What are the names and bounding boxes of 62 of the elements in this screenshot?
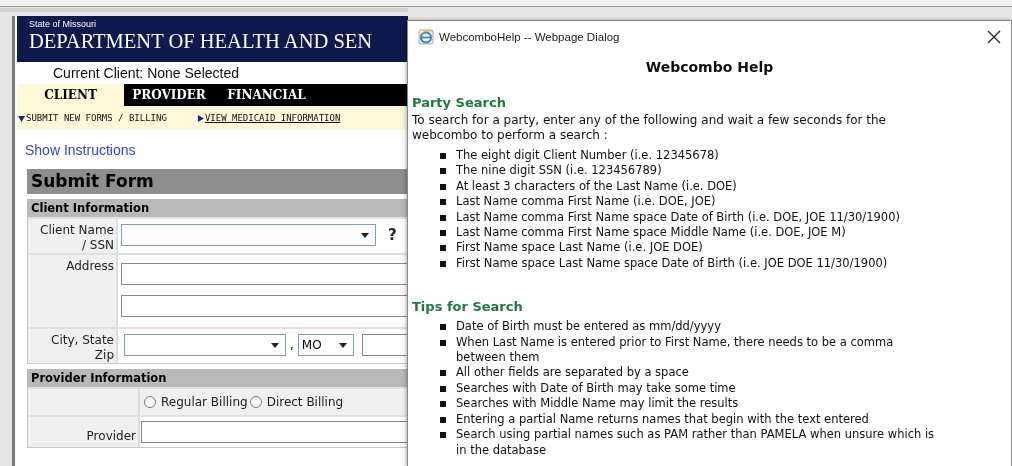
list-item-text: At least 3 characters of the Last Name (i.e. DOE): [456, 178, 737, 195]
radio-option[interactable]: Regular Billing: [144, 395, 248, 409]
bullet-icon: [440, 370, 446, 377]
subnav-link[interactable]: SUBMIT NEW FORMS / BILLING: [18, 113, 167, 123]
list-item-text: Last Name comma First Name space Date of Birth (i.e. DOE, JOE 11/30/1900): [456, 209, 900, 226]
right-triangle-icon: [196, 114, 204, 122]
list-item-text: Entering a partial Name returns names that begin with the text entered: [456, 411, 869, 428]
dropdown-caret-icon[interactable]: [271, 342, 279, 348]
state-label: State of Missouri: [29, 19, 98, 29]
separator: ,: [290, 338, 294, 352]
bullet-icon: [440, 432, 446, 439]
bullet-icon: [440, 183, 446, 190]
state-combobox[interactable]: MO: [297, 334, 354, 356]
list-item-text: All other fields are separated by a space: [456, 365, 689, 381]
nav-tab[interactable]: CLIENT: [17, 84, 124, 106]
input-field[interactable]: [121, 295, 408, 317]
list-item-text: Date of Birth must be entered as mm/dd/yyyy: [456, 319, 721, 335]
list-item-text: The eight digit Client Number (i.e. 12345678): [456, 148, 719, 164]
radio-button[interactable]: [144, 396, 156, 408]
bullet-icon: [440, 324, 446, 331]
dropdown-caret-icon[interactable]: [338, 342, 347, 348]
list-item-text: Last Name comma First Name space Middle Name (i.e. DOE, JOE M): [456, 225, 846, 241]
list-item-text: Last Name comma First Name (i.e. DOE, JOE): [456, 194, 716, 210]
list-item-text: Searches with Date of Birth may take some time: [456, 380, 736, 397]
subnav-link[interactable]: VIEW MEDICAID INFORMATION: [196, 113, 341, 123]
list-item-text: First Name space Last Name space Date of Birth (i.e. JOE DOE 11/30/1900): [456, 255, 888, 272]
list-item-text: When Last Name is entered prior to First Name, there needs to be a comma between them: [456, 334, 895, 366]
browser-icon: [418, 29, 434, 45]
bullet-icon: [440, 168, 446, 175]
bullet-icon: [440, 199, 446, 206]
bullet-icon: [440, 245, 446, 252]
input-field[interactable]: [121, 263, 408, 285]
bullet-icon: [440, 260, 446, 267]
section-title: Party Search: [412, 95, 507, 110]
bullet-icon: [440, 214, 446, 221]
close-icon[interactable]: [987, 30, 1001, 44]
radio-option[interactable]: Direct Billing: [249, 395, 344, 409]
bullet-icon: [440, 339, 446, 346]
list-item-text: First Name space Last Name (i.e. JOE DOE): [456, 240, 703, 256]
section-title: Tips for Search: [412, 299, 524, 315]
provider-field[interactable]: [141, 421, 408, 443]
bullet-icon: [440, 153, 446, 159]
bullet-icon: [440, 401, 446, 408]
section-header: Client Information: [27, 199, 408, 217]
department-title: DEPARTMENT OF HEALTH AND SEN: [29, 29, 373, 53]
form-title: Submit Form: [27, 169, 408, 194]
list-item-text: The nine digit SSN (i.e. 123456789): [456, 163, 662, 179]
dropdown-caret-icon[interactable]: [361, 232, 369, 238]
dialog-title: WebcomboHelp -- Webpage Dialog: [439, 31, 621, 43]
bullet-icon: [440, 385, 446, 392]
bullet-icon: [440, 416, 446, 423]
current-client: Current Client: None Selected: [52, 64, 239, 83]
intro-text: To search for a party, enter any of the following and wait a few seconds for the webcombo to perform a search :: [412, 113, 887, 143]
down-triangle-icon: [18, 114, 25, 122]
list-item-text: Searches with Middle Name may limit the results: [456, 396, 739, 412]
section-header: Provider Information: [27, 369, 408, 387]
bullet-icon: [440, 230, 446, 237]
list-item-text: Search using partial names such as PAM rather than PAMELA when unsure which is in the database: [456, 427, 936, 458]
dialog-heading: Webcombo Help: [644, 59, 775, 75]
radio-button[interactable]: [249, 396, 262, 408]
show-instructions-link[interactable]: Show Instructions: [25, 142, 136, 158]
help-link[interactable]: ?: [388, 226, 397, 244]
